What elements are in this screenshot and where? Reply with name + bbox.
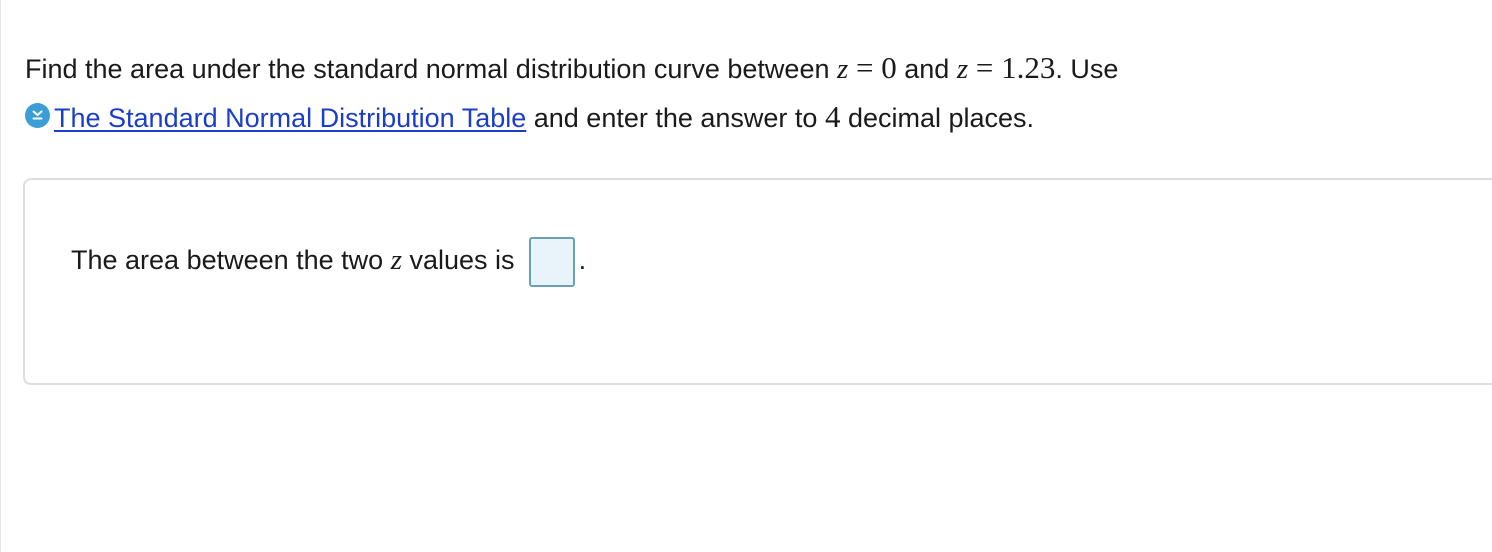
- answer-input[interactable]: [528, 236, 575, 287]
- instruction-text: and enter the answer to: [526, 103, 825, 133]
- answer-card: The area between the two z values is.: [23, 178, 1492, 385]
- and-text: and: [896, 54, 957, 84]
- decimal-count: 4: [824, 99, 841, 134]
- question-line-1: Find the area under the standard normal …: [25, 44, 1465, 93]
- question-text: Find the area under the standard normal …: [25, 44, 1465, 142]
- answer-period: .: [578, 245, 587, 275]
- answer-line: The area between the two z values is.: [71, 230, 586, 290]
- question-line-2: The Standard Normal Distribution Table a…: [25, 93, 1465, 142]
- z-variable: z: [390, 244, 402, 276]
- expand-chevron-icon[interactable]: [25, 103, 50, 128]
- normal-table-link[interactable]: The Standard Normal Distribution Table: [54, 103, 526, 133]
- z-variable: z: [956, 53, 969, 85]
- answer-suffix: values is: [402, 245, 515, 275]
- use-text: . Use: [1055, 54, 1119, 84]
- decimal-places-text: decimal places.: [840, 103, 1035, 133]
- z-upper-value: = 1.23: [968, 50, 1056, 85]
- page: Find the area under the standard normal …: [0, 0, 1492, 552]
- z-lower-value: = 0: [848, 50, 897, 85]
- answer-prefix: The area between the two: [71, 245, 391, 275]
- z-variable: z: [836, 53, 849, 85]
- question-intro: Find the area under the standard normal …: [25, 54, 837, 84]
